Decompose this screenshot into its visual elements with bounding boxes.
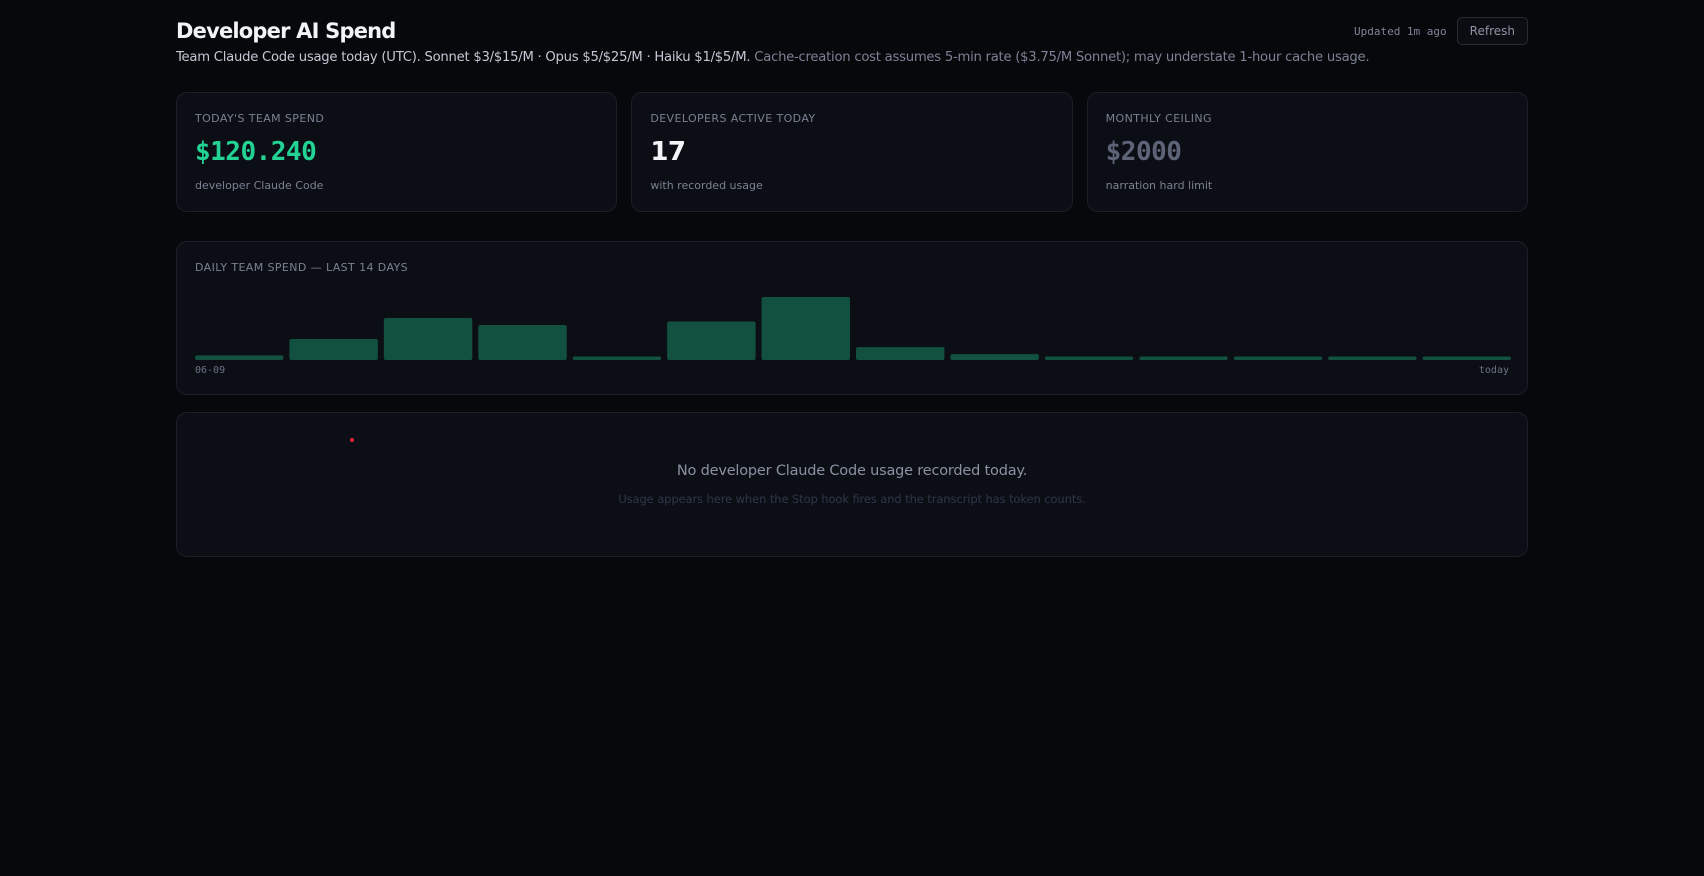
x-axis-end-label: today [1478,365,1509,376]
chart-bar[interactable] [856,347,945,360]
empty-state-hint: Usage appears here when the Stop hook fi… [618,492,1086,506]
active-developers-value: 17 [650,137,686,167]
empty-state-message: No developer Claude Code usage recorded … [676,463,1028,479]
chart-bar[interactable] [1044,356,1134,361]
card-subtext: with recorded usage [650,179,763,192]
team-spend-value: $120.240 [195,137,317,167]
team-spend-card: TODAY'S TEAM SPEND $120.240 developer Cl… [176,92,618,212]
chart-title: DAILY TEAM SPEND — LAST 14 DAYS [195,261,409,274]
chart-bar[interactable] [572,356,662,361]
chart-bar[interactable] [478,325,567,360]
daily-spend-chart-card: DAILY TEAM SPEND — LAST 14 DAYS 06-09 to… [176,241,1528,395]
chart-bar[interactable] [383,318,473,360]
x-axis-start-label: 06-09 [195,365,226,376]
card-subtext: developer Claude Code [195,179,324,192]
chart-bar[interactable] [1139,356,1228,361]
chart-bar[interactable] [667,321,756,361]
chart-bar[interactable] [1328,356,1417,361]
chart-bar[interactable] [1233,356,1323,361]
card-label: MONTHLY CEILING [1105,112,1212,125]
updated-timestamp: Updated 1m ago [1353,24,1447,38]
refresh-button[interactable]: Refresh [1456,17,1528,45]
card-label: DEVELOPERS ACTIVE TODAY [650,112,816,125]
page-title: Developer AI Spend [176,19,396,43]
header-actions: Updated 1m ago Refresh [1354,17,1528,45]
page-subtitle: Team Claude Code usage today (UTC). Sonn… [176,50,1370,65]
active-developers-card: DEVELOPERS ACTIVE TODAY 17 with recorded… [631,92,1073,212]
pricing-summary: Team Claude Code usage today (UTC). Sonn… [176,50,751,65]
monthly-ceiling-card: MONTHLY CEILING $2000 narration hard lim… [1086,92,1528,212]
chart-bar[interactable] [195,355,284,360]
stat-cards: TODAY'S TEAM SPEND $120.240 developer Cl… [176,92,1528,212]
dashboard: Developer AI Spend Team Claude Code usag… [176,0,1528,557]
chart-bar[interactable] [1422,356,1511,361]
daily-spend-chart [195,297,1511,361]
card-subtext: narration hard limit [1105,179,1213,192]
usage-table-empty-state: No developer Claude Code usage recorded … [176,412,1528,557]
chart-bar[interactable] [761,297,850,360]
card-label: TODAY'S TEAM SPEND [195,112,325,125]
cache-note: Cache-creation cost assumes 5-min rate (… [754,50,1370,65]
chart-bar[interactable] [289,339,378,360]
chart-bar[interactable] [950,354,1039,360]
cursor-marker [350,438,354,442]
monthly-ceiling-value: $2000 [1105,137,1182,167]
page-header: Developer AI Spend Team Claude Code usag… [176,0,1528,92]
